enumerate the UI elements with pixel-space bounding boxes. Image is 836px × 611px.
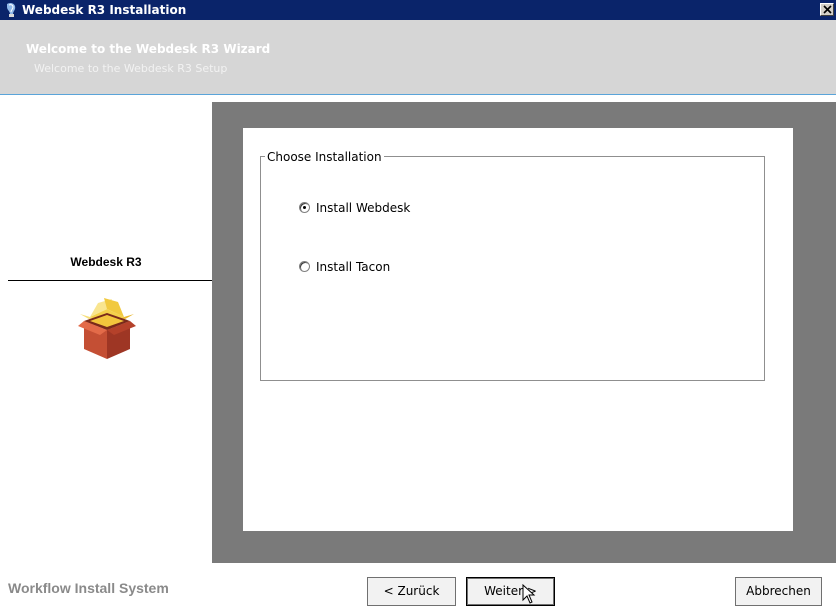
sidebar-panel: Webdesk R3 — [0, 95, 212, 565]
package-box-icon — [78, 298, 136, 359]
header-title: Welcome to the Webdesk R3 Wizard — [26, 42, 271, 56]
radio-dot-icon — [303, 206, 306, 209]
back-button[interactable]: < Zurück — [367, 577, 456, 606]
app-icon — [7, 2, 16, 17]
radio-install-tacon[interactable]: Install Tacon — [299, 260, 459, 276]
footer-brand: Workflow Install System — [8, 580, 169, 596]
group-label: Choose Installation — [265, 150, 384, 164]
radio-label: Install Webdesk — [316, 201, 411, 215]
wizard-header: Welcome to the Webdesk R3 Wizard Welcome… — [0, 20, 836, 94]
window-title: Webdesk R3 Installation — [22, 3, 187, 17]
product-name: Webdesk R3 — [70, 255, 142, 269]
installer-window: Webdesk R3 Installation Welcome to the W… — [0, 0, 836, 611]
header-subtitle: Welcome to the Webdesk R3 Setup — [34, 62, 228, 75]
title-bar[interactable]: Webdesk R3 Installation — [0, 0, 836, 20]
radio-button-icon[interactable] — [299, 261, 310, 272]
sidebar-divider — [8, 280, 212, 281]
cancel-button[interactable]: Abbrechen — [735, 577, 822, 606]
close-button[interactable] — [820, 3, 834, 16]
radio-button-selected-icon[interactable] — [299, 202, 310, 213]
close-icon — [823, 5, 832, 14]
radio-install-webdesk[interactable]: Install Webdesk — [299, 201, 459, 217]
next-button[interactable]: Weiter > — [466, 577, 555, 606]
radio-label: Install Tacon — [316, 260, 391, 274]
